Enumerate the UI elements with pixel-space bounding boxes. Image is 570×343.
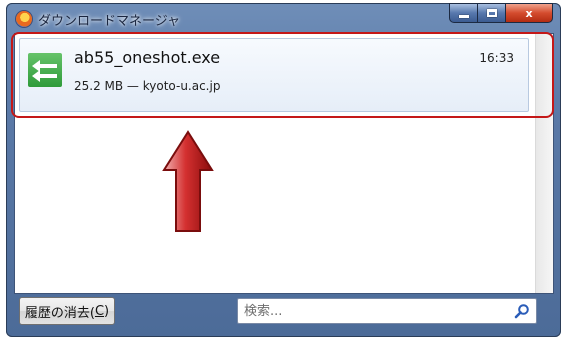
search-box[interactable] [237, 298, 537, 324]
close-button[interactable]: x [506, 3, 553, 23]
firefox-icon [16, 11, 32, 27]
clear-label-suffix: ) [104, 303, 110, 319]
minimize-icon [458, 15, 469, 18]
highlight-ring [11, 32, 554, 118]
clear-history-button[interactable]: 履歴の消去(C) [19, 297, 115, 325]
close-icon: x [525, 6, 533, 20]
search-icon[interactable] [514, 303, 530, 319]
maximize-icon [486, 9, 497, 17]
clear-label-prefix: 履歴の消去( [24, 305, 95, 321]
caption-buttons: x [449, 3, 553, 23]
up-arrow-annotation [162, 130, 214, 232]
maximize-button[interactable] [478, 3, 506, 23]
search-input[interactable] [244, 302, 504, 320]
bottom-toolbar: 履歴の消去(C) [14, 293, 552, 331]
minimize-button[interactable] [449, 3, 478, 23]
title-bar[interactable]: ダウンロードマネージャ x [6, 3, 561, 33]
window-title: ダウンロードマネージャ [38, 14, 181, 29]
clear-label-accesskey: C [94, 303, 105, 319]
